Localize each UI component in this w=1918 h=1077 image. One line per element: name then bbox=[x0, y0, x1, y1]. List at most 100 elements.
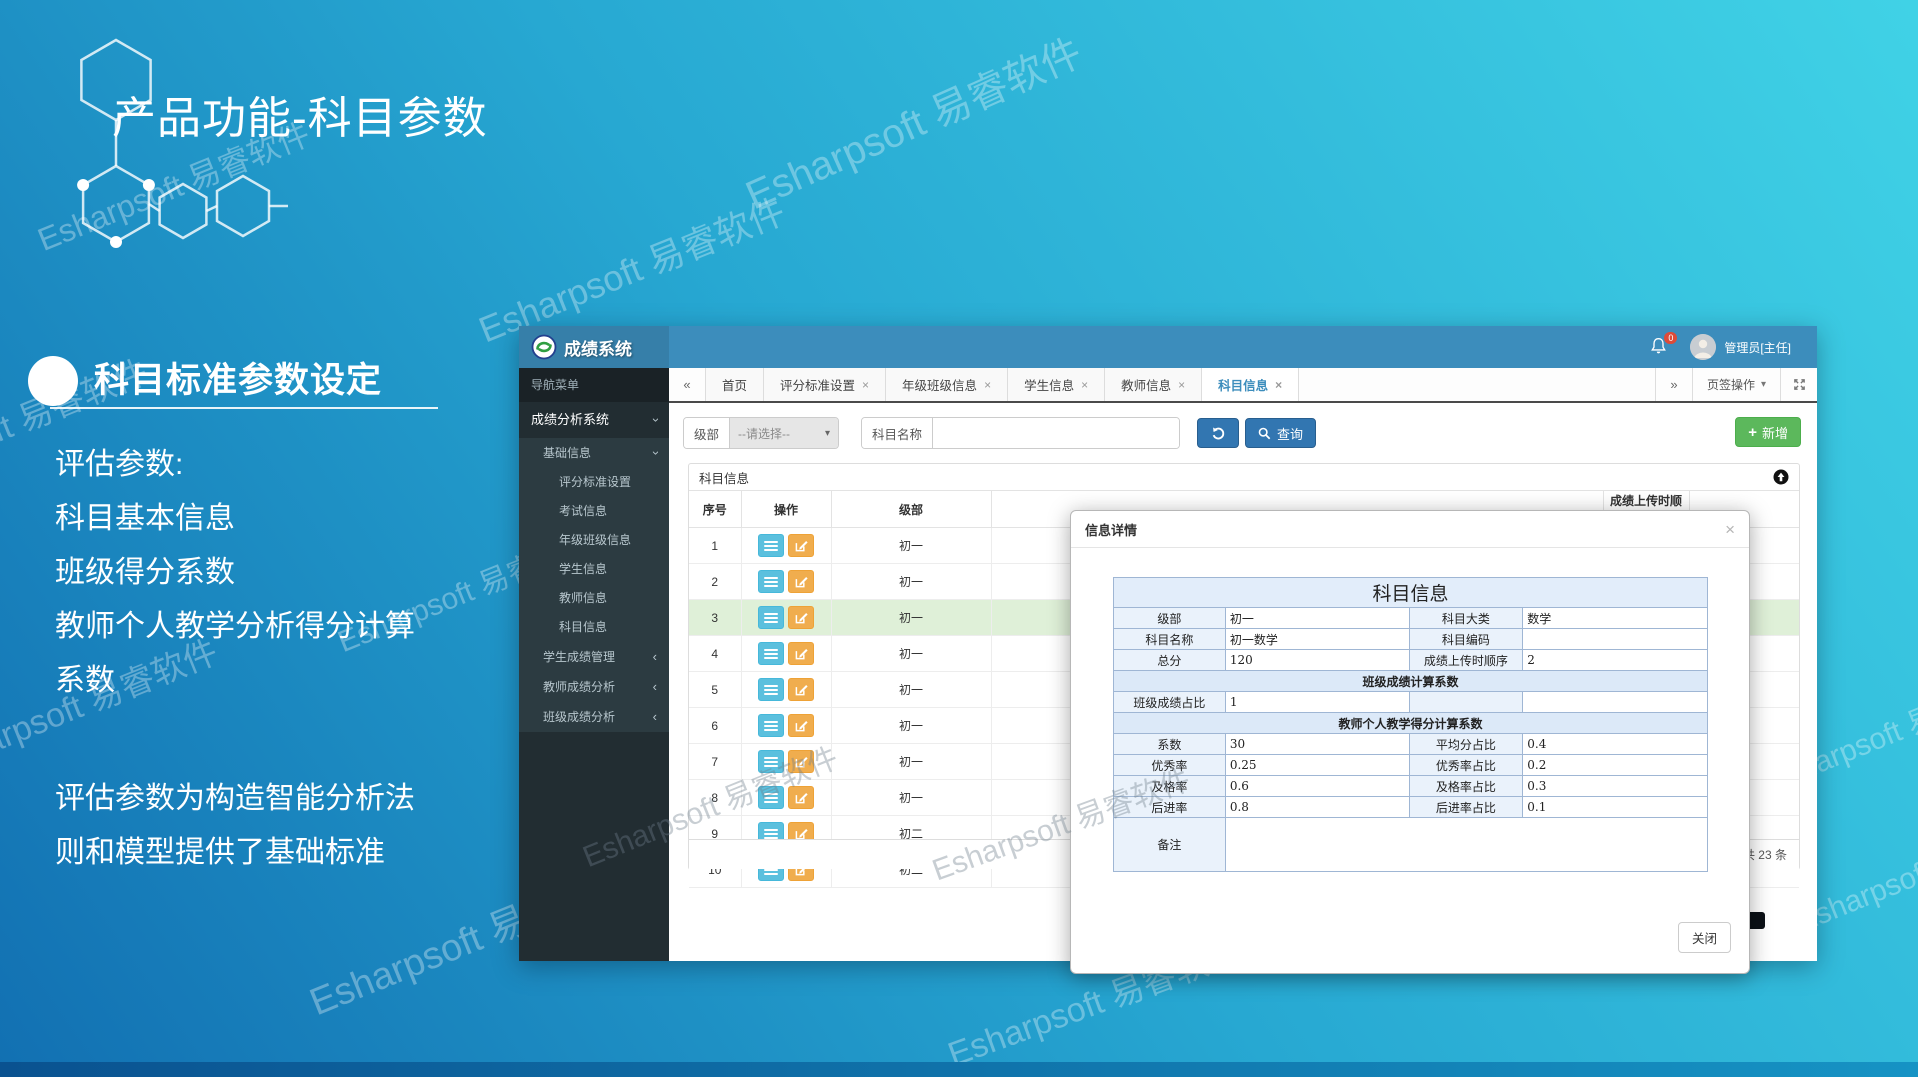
tab-operations-dropdown[interactable]: 页签操作 ▾ bbox=[1692, 368, 1780, 401]
detail-row: 班级成绩计算系数 bbox=[1114, 671, 1708, 692]
edit-pencil-icon bbox=[795, 575, 808, 588]
cell-no: 6 bbox=[689, 708, 741, 744]
view-row-button[interactable] bbox=[758, 678, 784, 701]
sidebar-subitem[interactable]: 评分标准设置 bbox=[519, 468, 669, 497]
detail-field-value: 数学 bbox=[1523, 608, 1708, 629]
tab-close-icon[interactable]: × bbox=[862, 378, 869, 392]
sidebar-item-base-info[interactable]: 基础信息 ‹ bbox=[519, 438, 669, 468]
avatar bbox=[1690, 334, 1716, 360]
tab-item[interactable]: 年级班级信息× bbox=[886, 368, 1008, 401]
sidebar-group-item[interactable]: 学生成绩管理‹ bbox=[519, 642, 669, 672]
cell-level: 初一 bbox=[831, 528, 991, 564]
refresh-icon bbox=[1211, 426, 1226, 441]
paragraph-line: 评估参数: bbox=[55, 438, 415, 492]
close-icon[interactable]: × bbox=[1725, 521, 1735, 538]
detail-field-label: 级部 bbox=[1114, 608, 1226, 629]
view-row-button[interactable] bbox=[758, 570, 784, 593]
paragraph-line: 则和模型提供了基础标准 bbox=[55, 826, 415, 880]
tabs-scroll-right-button[interactable]: » bbox=[1655, 368, 1692, 401]
app-logo[interactable]: 成绩系统 bbox=[519, 326, 669, 368]
view-row-button[interactable] bbox=[758, 642, 784, 665]
main-content: « 首页评分标准设置×年级班级信息×学生信息×教师信息×科目信息× » 页签操作… bbox=[669, 368, 1817, 961]
plus-icon: + bbox=[1748, 424, 1757, 441]
collapse-panel-button[interactable] bbox=[1773, 469, 1789, 485]
brand-logo-icon bbox=[531, 334, 557, 360]
list-icon bbox=[764, 576, 778, 588]
modal-close-button[interactable]: 关闭 bbox=[1678, 922, 1731, 953]
sidebar-subitem[interactable]: 科目信息 bbox=[519, 613, 669, 642]
fullscreen-button[interactable] bbox=[1780, 368, 1817, 401]
search-button[interactable]: 查询 bbox=[1245, 418, 1316, 448]
detail-row: 科目名称初一数学科目编码 bbox=[1114, 629, 1708, 650]
detail-field-label: 科目编码 bbox=[1409, 629, 1523, 650]
list-icon bbox=[764, 612, 778, 624]
sidebar-collapsed-groups: 学生成绩管理‹教师成绩分析‹班级成绩分析‹ bbox=[519, 642, 669, 732]
list-icon bbox=[764, 684, 778, 696]
cell-level: 初一 bbox=[831, 780, 991, 816]
tab-close-icon[interactable]: × bbox=[1081, 378, 1088, 392]
detail-field-label: 后进率占比 bbox=[1409, 797, 1523, 818]
sidebar-subitem[interactable]: 考试信息 bbox=[519, 497, 669, 526]
detail-modal: 信息详情 × 科目信息级部初一科目大类数学科目名称初一数学科目编码总分120成绩… bbox=[1070, 510, 1750, 974]
search-button-label: 查询 bbox=[1277, 424, 1303, 443]
level-select[interactable]: --请选择-- ▾ bbox=[730, 418, 838, 448]
sidebar-item-score-analysis-system[interactable]: 成绩分析系统 ‹ bbox=[519, 402, 669, 438]
tab-close-icon[interactable]: × bbox=[984, 378, 991, 392]
view-row-button[interactable] bbox=[758, 606, 784, 629]
sidebar-subitem[interactable]: 学生信息 bbox=[519, 555, 669, 584]
sidebar-group-item[interactable]: 教师成绩分析‹ bbox=[519, 672, 669, 702]
detail-field-value: 0.6 bbox=[1225, 776, 1409, 797]
notifications-button[interactable]: 0 bbox=[1650, 337, 1670, 357]
edit-row-button[interactable] bbox=[788, 606, 814, 629]
tab-item[interactable]: 首页 bbox=[706, 368, 764, 401]
tab-item[interactable]: 科目信息 × bbox=[1202, 368, 1299, 401]
detail-row: 后进率0.8后进率占比0.1 bbox=[1114, 797, 1708, 818]
list-icon bbox=[764, 648, 778, 660]
edit-row-button[interactable] bbox=[788, 642, 814, 665]
edit-row-button[interactable] bbox=[788, 714, 814, 737]
detail-field-value: 0.3 bbox=[1523, 776, 1708, 797]
edit-pencil-icon bbox=[795, 683, 808, 696]
sidebar-subitem[interactable]: 教师信息 bbox=[519, 584, 669, 613]
detail-row: 总分120成绩上传时顺序2 bbox=[1114, 650, 1708, 671]
sidebar-group-label: 教师成绩分析 bbox=[543, 672, 615, 702]
sidebar-group-item[interactable]: 班级成绩分析‹ bbox=[519, 702, 669, 732]
subject-name-input[interactable] bbox=[933, 418, 1179, 448]
cell-operations bbox=[741, 600, 831, 636]
tab-close-icon[interactable]: × bbox=[1178, 378, 1185, 392]
refresh-button[interactable] bbox=[1197, 418, 1239, 448]
cell-no: 5 bbox=[689, 672, 741, 708]
paragraph-line: 班级得分系数 bbox=[55, 546, 415, 600]
edit-row-button[interactable] bbox=[788, 570, 814, 593]
chevron-left-icon: ‹ bbox=[653, 642, 657, 672]
tab-item[interactable]: 评分标准设置 × bbox=[764, 368, 886, 401]
list-icon bbox=[764, 540, 778, 552]
edit-row-button[interactable] bbox=[788, 678, 814, 701]
edit-row-button[interactable] bbox=[788, 534, 814, 557]
sidebar-subitem[interactable]: 年级班级信息 bbox=[519, 526, 669, 555]
tab-label: 教师信息 bbox=[1121, 375, 1171, 394]
detail-field-value bbox=[1523, 629, 1708, 650]
table-column-header: 序号 bbox=[689, 491, 741, 528]
add-button[interactable]: + 新增 bbox=[1735, 417, 1801, 447]
tab-item[interactable]: 学生信息× bbox=[1008, 368, 1105, 401]
subject-detail-table: 科目信息级部初一科目大类数学科目名称初一数学科目编码总分120成绩上传时顺序2班… bbox=[1113, 577, 1708, 872]
detail-field-label: 优秀率占比 bbox=[1409, 755, 1523, 776]
app-header: 成绩系统 0 bbox=[519, 326, 1817, 368]
caret-down-icon: ▾ bbox=[825, 428, 830, 439]
tabs-scroll-left-button[interactable]: « bbox=[669, 368, 706, 401]
tab-label: 首页 bbox=[722, 375, 747, 394]
tab-close-icon[interactable]: × bbox=[1275, 378, 1282, 392]
tab-label: 评分标准设置 bbox=[780, 375, 855, 394]
tab-label: 科目信息 bbox=[1218, 375, 1268, 394]
cell-no: 2 bbox=[689, 564, 741, 600]
user-menu[interactable]: 管理员[主任] bbox=[1690, 334, 1791, 360]
view-row-button[interactable] bbox=[758, 534, 784, 557]
detail-row: 级部初一科目大类数学 bbox=[1114, 608, 1708, 629]
list-icon bbox=[764, 720, 778, 732]
detail-row: 教师个人教学得分计算系数 bbox=[1114, 713, 1708, 734]
tab-item[interactable]: 教师信息 × bbox=[1105, 368, 1202, 401]
detail-field-value: 初一数学 bbox=[1225, 629, 1409, 650]
detail-field-value: 0.25 bbox=[1225, 755, 1409, 776]
view-row-button[interactable] bbox=[758, 714, 784, 737]
